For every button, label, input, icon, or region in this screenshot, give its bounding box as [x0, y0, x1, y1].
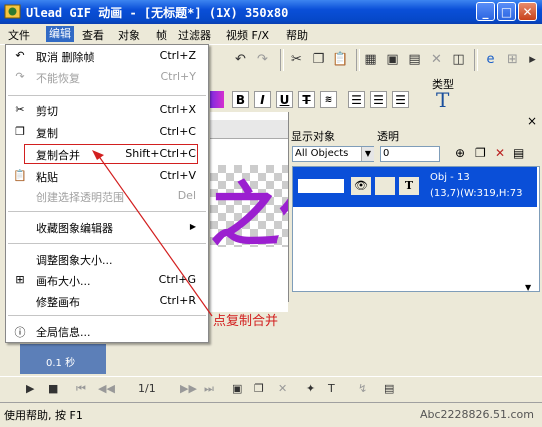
annotation-text: 点复制合并: [213, 314, 279, 329]
annotation-arrow: [92, 150, 213, 317]
